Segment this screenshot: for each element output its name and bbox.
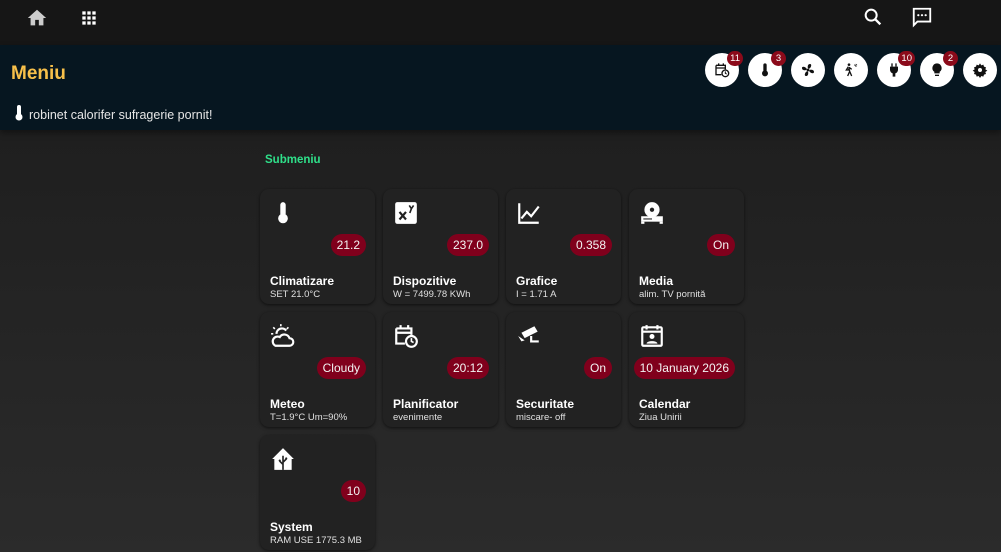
motion-sensor-icon xyxy=(843,62,859,78)
card-grafice[interactable]: 0.358 Grafice I = 1.71 A xyxy=(506,189,621,304)
notification: robinet calorifer sufragerie pornit! xyxy=(14,105,212,124)
home-icon[interactable] xyxy=(25,6,49,30)
card-climatizare[interactable]: 21.2 Climatizare SET 21.0°C xyxy=(260,189,375,304)
card-system[interactable]: 10 System RAM USE 1775.3 MB xyxy=(260,435,375,550)
card-title: Media xyxy=(639,274,674,288)
card-subtitle: I = 1.71 A xyxy=(516,289,557,300)
status-badge: 237.0 xyxy=(446,234,489,256)
status-badge: 20:12 xyxy=(446,357,489,379)
status-badge: 10 xyxy=(340,480,366,502)
card-dispozitive[interactable]: 237.0 Dispozitive W = 7499.78 KWh xyxy=(383,189,498,304)
lightbulb-icon xyxy=(929,62,945,78)
gear-icon xyxy=(972,62,988,78)
chart-line-icon xyxy=(516,200,542,226)
gear-button[interactable] xyxy=(963,53,997,87)
calendar-clock-button[interactable]: 11 xyxy=(705,51,743,87)
status-badge: 10 January 2026 xyxy=(633,357,735,379)
card-securitate[interactable]: On Securitate miscare- off xyxy=(506,312,621,427)
fan-icon xyxy=(800,62,816,78)
status-badge: Cloudy xyxy=(316,357,366,379)
motion-sensor-button[interactable] xyxy=(834,53,868,87)
calendar-account-icon xyxy=(639,323,665,349)
card-media[interactable]: On Media alim. TV pornită xyxy=(629,189,744,304)
notification-text: robinet calorifer sufragerie pornit! xyxy=(29,107,213,122)
count-badge: 10 xyxy=(898,51,915,66)
card-subtitle: W = 7499.78 KWh xyxy=(393,289,471,300)
apps-grid-icon[interactable] xyxy=(77,6,101,30)
lightbulb-button[interactable]: 2 xyxy=(920,51,958,87)
card-title: Dispozitive xyxy=(393,274,457,288)
calendar-clock-icon xyxy=(714,62,730,78)
thermometer-icon xyxy=(14,105,24,124)
top-bar xyxy=(0,0,1001,45)
disc-player-icon xyxy=(639,200,665,226)
submenu-heading: Submeniu xyxy=(265,154,321,166)
header: Meniu robinet calorifer sufragerie porni… xyxy=(0,45,1001,130)
fan-button[interactable] xyxy=(791,53,825,87)
card-title: Securitate xyxy=(516,397,575,411)
card-title: Climatizare xyxy=(270,274,335,288)
weather-partly-cloudy-icon xyxy=(270,323,296,349)
status-badge: 21.2 xyxy=(330,234,366,256)
card-subtitle: Ziua Unirii xyxy=(639,412,682,423)
card-subtitle: RAM USE 1775.3 MB xyxy=(270,535,362,546)
card-subtitle: miscare- off xyxy=(516,412,566,423)
card-title: Grafice xyxy=(516,274,558,288)
power-plug-icon xyxy=(886,62,902,78)
status-badge: On xyxy=(583,357,612,379)
card-title: Meteo xyxy=(270,397,305,411)
status-badge: On xyxy=(706,234,735,256)
power-plug-button[interactable]: 10 xyxy=(877,51,915,87)
card-meteo[interactable]: Cloudy Meteo T=1.9°C Um=90% xyxy=(260,312,375,427)
card-planificator[interactable]: 20:12 Planificator evenimente xyxy=(383,312,498,427)
card-subtitle: alim. TV pornită xyxy=(639,289,706,300)
search-icon[interactable] xyxy=(861,5,885,29)
card-title: System xyxy=(270,520,313,534)
status-badge: 0.358 xyxy=(569,234,612,256)
thermometer-icon xyxy=(757,62,773,78)
thermometer-icon xyxy=(270,200,296,226)
home-assistant-icon xyxy=(270,446,296,472)
cctv-icon xyxy=(516,323,542,349)
thermometer-button[interactable]: 3 xyxy=(748,51,786,87)
calendar-clock-icon xyxy=(393,323,419,349)
count-badge: 3 xyxy=(771,51,786,66)
card-subtitle: T=1.9°C Um=90% xyxy=(270,412,348,423)
count-badge: 11 xyxy=(727,51,743,66)
card-title: Planificator xyxy=(393,397,459,411)
card-calendar[interactable]: 10 January 2026 Calendar Ziua Unirii xyxy=(629,312,744,427)
card-subtitle: SET 21.0°C xyxy=(270,289,321,300)
math-xy-icon xyxy=(393,200,419,226)
chat-icon[interactable] xyxy=(910,5,934,29)
card-subtitle: evenimente xyxy=(393,412,443,423)
card-title: Calendar xyxy=(639,397,691,411)
count-badge: 2 xyxy=(943,51,958,66)
page-title: Meniu xyxy=(11,63,66,84)
